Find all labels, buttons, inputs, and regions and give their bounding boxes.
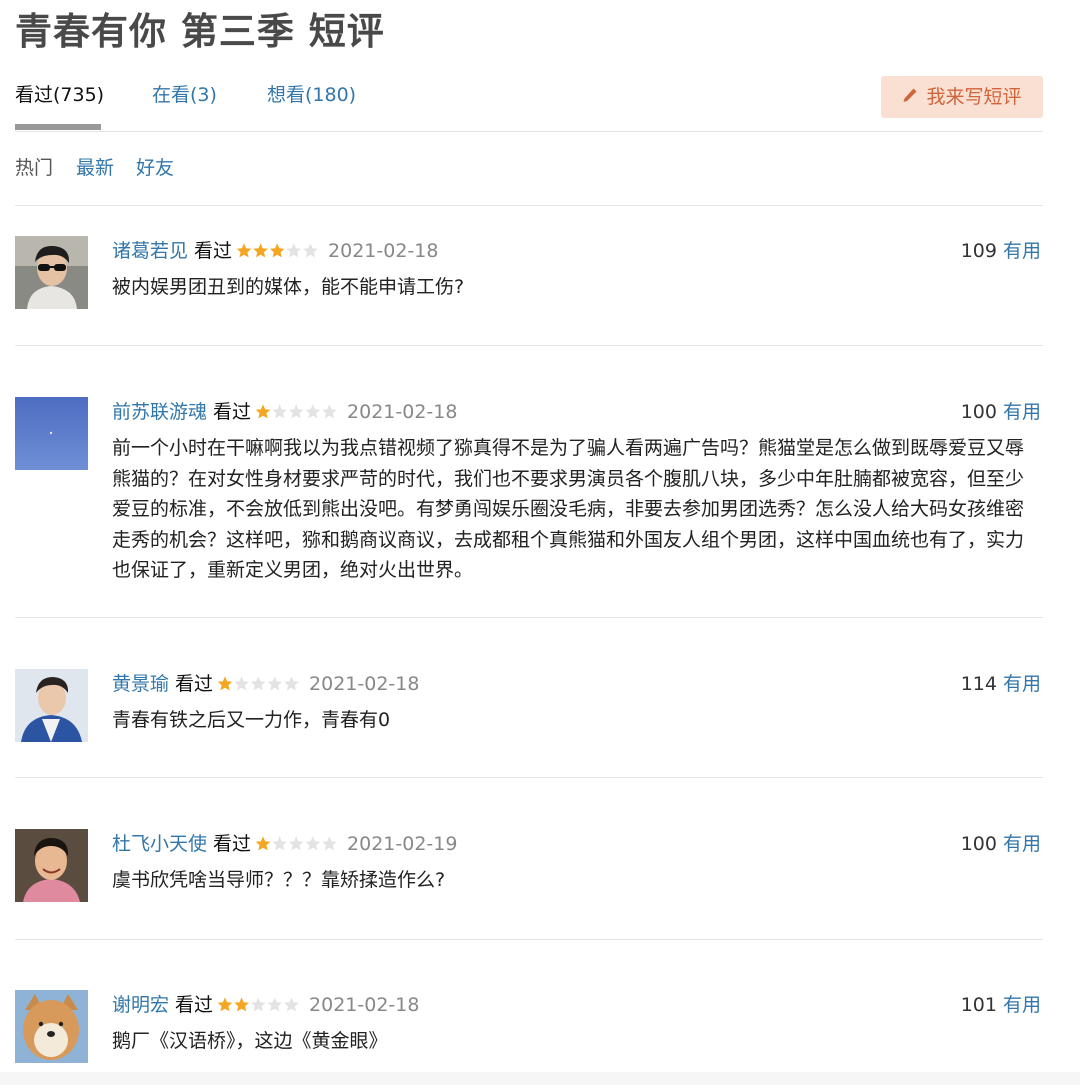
useful-button[interactable]: 有用	[1003, 240, 1041, 262]
comment-user[interactable]: 谢明宏	[112, 994, 169, 1016]
star-filled-icon	[255, 404, 271, 419]
star-empty-icon	[305, 404, 321, 419]
rating-stars	[255, 831, 339, 861]
star-empty-icon	[322, 404, 337, 419]
star-empty-icon	[272, 404, 287, 419]
vote-count: 101	[960, 994, 997, 1016]
comment-votes: 101 有用	[961, 990, 1041, 1020]
comment-date: 2021-02-19	[347, 833, 458, 855]
comment-content: 被内娱男团丑到的媒体，能不能申请工伤?	[112, 276, 465, 298]
comment-date: 2021-02-18	[328, 240, 439, 262]
tab-watching[interactable]: 在看(3)	[152, 82, 217, 108]
rating-stars	[217, 992, 301, 1022]
sort-latest[interactable]: 最新	[76, 155, 114, 181]
comment-status: 看过	[194, 240, 233, 262]
comment-status: 看过	[213, 401, 252, 423]
comment-item: 谢明宏 看过 2021-02-18 101 有用 鹅厂《汉语桥》，这边《黄金眼》	[15, 990, 1043, 1070]
avatar-blue-sky-image	[15, 397, 88, 470]
sort-hot[interactable]: 热门	[15, 155, 53, 181]
avatar-man-jacket-image	[15, 669, 88, 742]
useful-button[interactable]: 有用	[1003, 673, 1041, 695]
star-empty-icon	[284, 676, 299, 691]
star-empty-icon	[250, 676, 266, 691]
avatar-shiba-dog-image	[15, 990, 88, 1063]
avatar[interactable]	[15, 669, 88, 742]
star-filled-icon	[255, 836, 271, 851]
star-filled-icon	[253, 243, 268, 258]
comment-item: 杜飞小天使 看过 2021-02-19 100 有用 虞书欣凭啥当导师？？？靠矫揉造作…	[15, 829, 1043, 940]
star-filled-icon	[269, 243, 285, 258]
sort-options: 热门 最新 好友	[15, 155, 1043, 206]
star-empty-icon	[288, 836, 304, 851]
avatar[interactable]	[15, 990, 88, 1063]
vote-count: 109	[960, 240, 997, 262]
comment-meta: 前苏联游魂 看过 2021-02-18	[112, 397, 457, 427]
comment-user[interactable]: 杜飞小天使	[112, 833, 207, 855]
comment-content: 青春有铁之后又一力作，青春有0	[112, 709, 391, 731]
page-title: 青春有你 第三季 短评	[15, 10, 385, 53]
tab-want-to-watch[interactable]: 想看(180)	[267, 82, 356, 108]
star-empty-icon	[284, 997, 299, 1012]
vote-count: 100	[960, 833, 997, 855]
star-empty-icon	[267, 997, 283, 1012]
star-filled-icon	[234, 997, 249, 1012]
comment-item: 黄景瑜 看过 2021-02-18 114 有用 青春有铁之后又一力作，青春有0	[15, 669, 1043, 778]
star-empty-icon	[305, 836, 321, 851]
avatar[interactable]	[15, 829, 88, 902]
comment-meta: 诸葛若见 看过 2021-02-18	[112, 236, 438, 266]
comment-status: 看过	[175, 994, 214, 1016]
comment-date: 2021-02-18	[309, 673, 420, 695]
star-filled-icon	[217, 676, 233, 691]
rating-stars	[217, 671, 301, 701]
page-bottom-edge	[0, 1072, 1080, 1085]
comment-status: 看过	[213, 833, 252, 855]
comment-date: 2021-02-18	[309, 994, 420, 1016]
comment-votes: 109 有用	[961, 236, 1041, 266]
star-empty-icon	[234, 676, 249, 691]
comment-user[interactable]: 诸葛若见	[112, 240, 188, 262]
sort-friends[interactable]: 好友	[136, 155, 174, 181]
avatar-sunglasses-man-image	[15, 236, 88, 309]
comment-votes: 114 有用	[961, 669, 1041, 699]
comment-item: 诸葛若见 看过 2021-02-18 109 有用 被内娱男团丑到的媒体，能不能申请工…	[15, 236, 1043, 346]
comment-date: 2021-02-18	[347, 401, 458, 423]
comment-votes: 100 有用	[961, 829, 1041, 859]
vote-count: 114	[960, 673, 997, 695]
comment-meta: 黄景瑜 看过 2021-02-18	[112, 669, 419, 699]
useful-button[interactable]: 有用	[1003, 994, 1041, 1016]
star-empty-icon	[250, 997, 266, 1012]
star-empty-icon	[322, 836, 337, 851]
comment-meta: 杜飞小天使 看过 2021-02-19	[112, 829, 457, 859]
comment-content: 虞书欣凭啥当导师？？？靠矫揉造作么?	[112, 869, 446, 891]
star-filled-icon	[236, 243, 252, 258]
vote-count: 100	[960, 401, 997, 423]
status-tabs: 看过(735) 在看(3) 想看(180) 我来写短评	[15, 76, 1043, 132]
comment-user[interactable]: 黄景瑜	[112, 673, 169, 695]
avatar[interactable]	[15, 236, 88, 309]
avatar-smiling-man-image	[15, 829, 88, 902]
comment-item: 前苏联游魂 看过 2021-02-18 100 有用 前一个小时在干嘛啊我以为我点错视…	[15, 397, 1043, 618]
useful-button[interactable]: 有用	[1003, 833, 1041, 855]
rating-stars	[255, 399, 339, 429]
comment-user[interactable]: 前苏联游魂	[112, 401, 207, 423]
star-empty-icon	[267, 676, 283, 691]
write-review-button[interactable]: 我来写短评	[881, 76, 1043, 118]
comment-status: 看过	[175, 673, 214, 695]
active-tab-indicator	[15, 124, 101, 130]
star-filled-icon	[217, 997, 233, 1012]
pencil-icon	[903, 88, 917, 102]
comment-meta: 谢明宏 看过 2021-02-18	[112, 990, 419, 1020]
star-empty-icon	[272, 836, 287, 851]
star-empty-icon	[286, 243, 302, 258]
comment-content: 前一个小时在干嘛啊我以为我点错视频了猕真得不是为了骗人看两遍广告吗？熊猫堂是怎么…	[112, 437, 1025, 581]
write-review-label: 我来写短评	[926, 86, 1022, 108]
star-empty-icon	[303, 243, 318, 258]
rating-stars	[236, 238, 320, 268]
comment-content: 鹅厂《汉语桥》，这边《黄金眼》	[112, 1030, 388, 1052]
tab-watched[interactable]: 看过(735)	[15, 82, 104, 108]
useful-button[interactable]: 有用	[1003, 401, 1041, 423]
avatar[interactable]	[15, 397, 88, 470]
comment-votes: 100 有用	[961, 397, 1041, 427]
star-empty-icon	[288, 404, 304, 419]
